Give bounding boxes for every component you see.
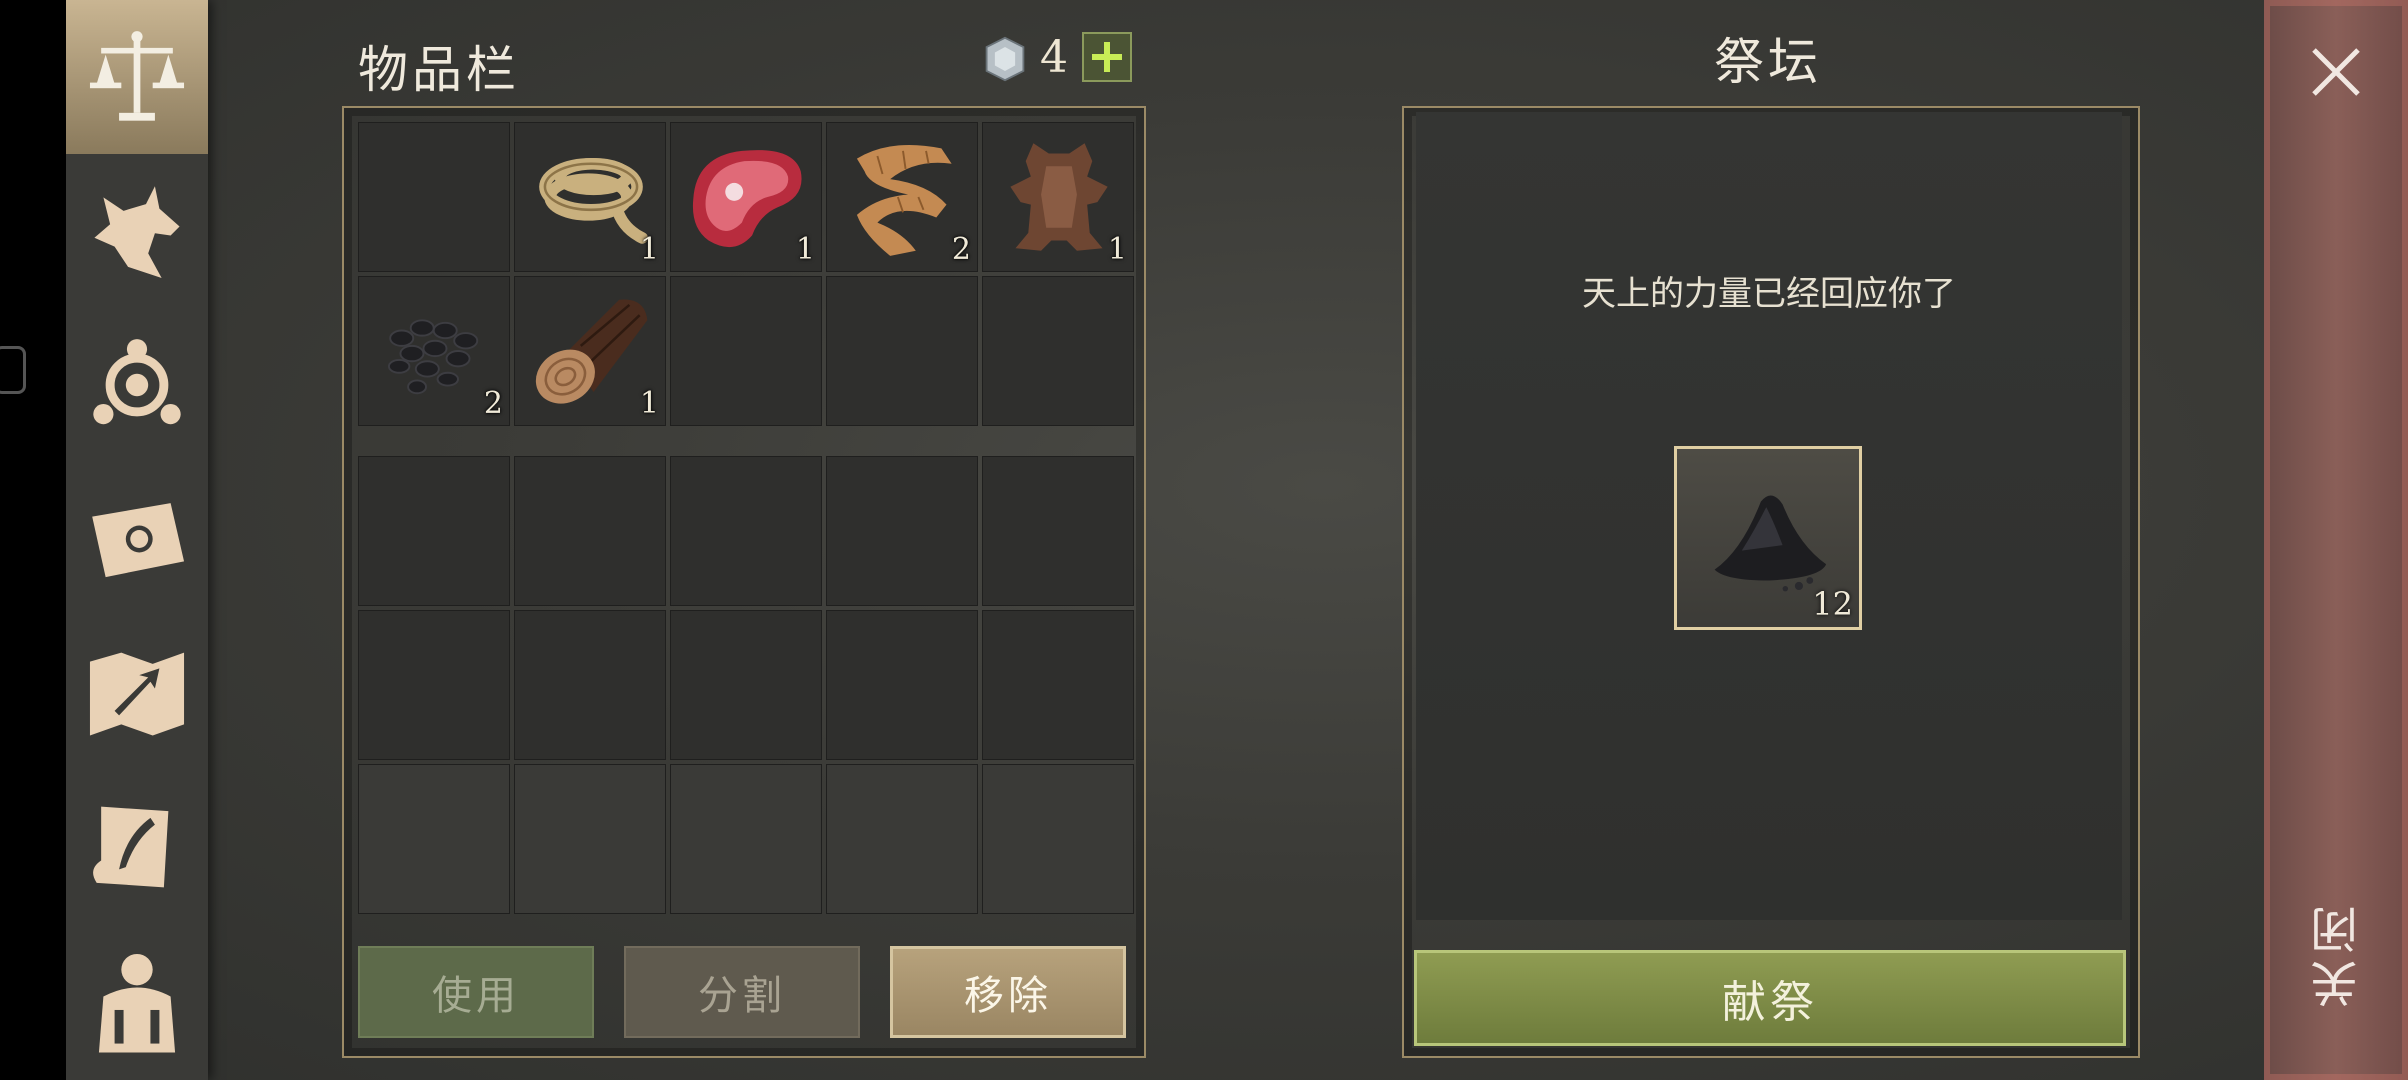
sidebar: [66, 0, 208, 1080]
sidebar-item-journal[interactable]: [66, 462, 208, 616]
plus-icon: [1092, 42, 1122, 72]
inventory-slot-coal[interactable]: 2: [358, 276, 510, 426]
sidebar-item-map[interactable]: [66, 616, 208, 770]
raw-meat-icon: [692, 150, 802, 248]
inventory-slot-rope[interactable]: 1: [514, 122, 666, 272]
storage-slot-locked: [358, 764, 510, 914]
wolf-head-icon: [94, 186, 180, 279]
storage-slot[interactable]: [982, 456, 1134, 606]
inventory-slot-fiber[interactable]: 2: [826, 122, 978, 272]
storage-slot[interactable]: [670, 456, 822, 606]
item-quantity: 1: [1107, 232, 1127, 267]
close-icon[interactable]: [2306, 42, 2366, 102]
sidebar-item-quests[interactable]: [66, 770, 208, 924]
item-quantity: 2: [483, 386, 503, 421]
storage-grid: [358, 456, 1134, 914]
wood-log-icon: [535, 299, 648, 404]
item-quantity: 1: [639, 232, 659, 267]
inventory-slot-log[interactable]: 1: [514, 276, 666, 426]
camera-notch: [0, 346, 26, 394]
storage-slot[interactable]: [514, 456, 666, 606]
fiber-cloth-icon: [856, 144, 952, 256]
screen-edge: [0, 0, 66, 1080]
inventory-slot-hide[interactable]: 1: [982, 122, 1134, 272]
altar-message: 天上的力量已经回应你了: [1582, 274, 1956, 314]
remove-button[interactable]: 移除: [890, 946, 1126, 1038]
sidebar-item-skills[interactable]: [66, 308, 208, 462]
currency-count: 4: [1040, 32, 1068, 83]
storage-slot-locked: [514, 764, 666, 914]
offer-button[interactable]: 献祭: [1414, 950, 2126, 1046]
animal-hide-icon: [1010, 143, 1108, 251]
map-icon: [89, 652, 185, 736]
sun-book-icon: [92, 503, 185, 578]
storage-slot[interactable]: [670, 610, 822, 760]
storage-slot[interactable]: [358, 610, 510, 760]
scales-icon: [89, 31, 185, 121]
scroll-quill-icon: [93, 806, 169, 888]
altar-offering-slot[interactable]: 12: [1674, 446, 1862, 630]
item-quantity: 1: [795, 232, 815, 267]
close-label: 关闭: [2311, 900, 2367, 1008]
coal-icon: [387, 319, 479, 395]
storage-slot-locked: [982, 764, 1134, 914]
backpack-grid: 1 1 2 1 2 1: [358, 122, 1134, 426]
add-currency-button[interactable]: [1082, 32, 1132, 82]
storage-slot[interactable]: [514, 610, 666, 760]
storage-slot[interactable]: [358, 456, 510, 606]
character-icon: [98, 953, 176, 1053]
storage-slot-locked: [670, 764, 822, 914]
storage-slot-locked: [826, 764, 978, 914]
inventory-title: 物品栏: [358, 41, 520, 99]
currency-gem-icon: [985, 36, 1025, 82]
triad-icon: [93, 339, 181, 425]
item-quantity: 2: [951, 232, 971, 267]
inventory-slot-empty[interactable]: [670, 276, 822, 426]
use-button[interactable]: 使用: [358, 946, 594, 1038]
inventory-slot-empty[interactable]: [826, 276, 978, 426]
altar-title: 祭坛: [1714, 33, 1822, 91]
item-quantity: 12: [1812, 585, 1853, 623]
sidebar-item-character[interactable]: [66, 924, 208, 1078]
sidebar-item-trade[interactable]: [66, 0, 208, 154]
inventory-slot-empty[interactable]: [358, 122, 510, 272]
storage-slot[interactable]: [982, 610, 1134, 760]
rope-icon: [539, 157, 648, 244]
split-button[interactable]: 分割: [624, 946, 860, 1038]
storage-slot[interactable]: [826, 456, 978, 606]
inventory-slot-meat[interactable]: 1: [670, 122, 822, 272]
sidebar-item-pets[interactable]: [66, 154, 208, 308]
item-quantity: 1: [639, 386, 659, 421]
storage-slot[interactable]: [826, 610, 978, 760]
inventory-slot-empty[interactable]: [982, 276, 1134, 426]
